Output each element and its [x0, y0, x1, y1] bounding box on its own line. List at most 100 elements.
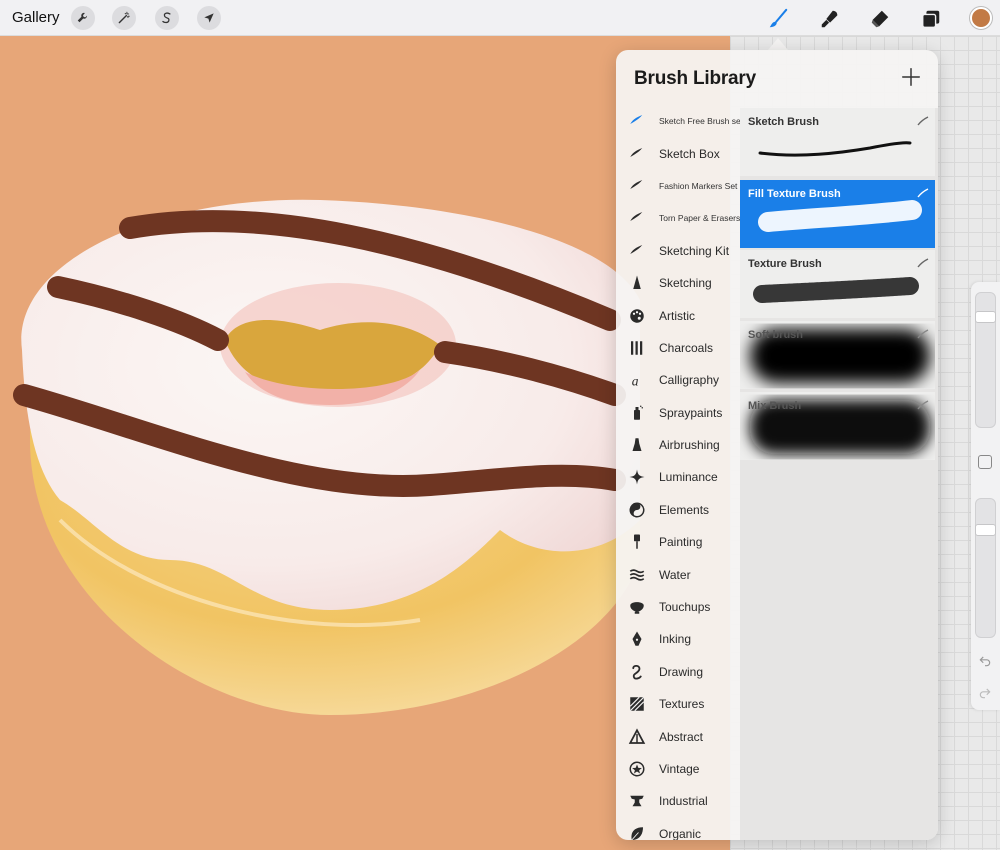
brush-set-item[interactable]: Charcoals — [616, 332, 740, 364]
squiggle-icon — [627, 662, 647, 682]
wrench-icon — [77, 12, 88, 23]
anvil-icon — [627, 791, 647, 811]
brush-set-label: Painting — [659, 535, 703, 550]
brush-set-item[interactable]: a Calligraphy — [616, 364, 740, 396]
brush-set-item[interactable]: Luminance — [616, 461, 740, 493]
color-picker-button[interactable] — [970, 7, 992, 29]
pencil-tip-icon — [627, 273, 647, 293]
selection-button[interactable] — [155, 6, 179, 30]
brush-name: Mix Brush — [748, 400, 802, 412]
brush-set-item[interactable]: Textures — [616, 688, 740, 720]
hatch-square-icon — [627, 694, 647, 714]
brush-stroke-icon — [627, 111, 647, 131]
brush-set-item[interactable]: Drawing — [616, 656, 740, 688]
sparkle-icon — [627, 467, 647, 487]
triangle-icon — [627, 727, 647, 747]
brush-set-label: Water — [659, 567, 691, 582]
brush-set-item[interactable]: Touchups — [616, 591, 740, 623]
brush-set-label: Touchups — [659, 600, 711, 615]
brush-set-item[interactable]: Industrial — [616, 785, 740, 817]
smudge-tool-button[interactable] — [817, 6, 843, 32]
brush-card-fill-texture-brush[interactable]: Fill Texture Brush — [740, 180, 935, 248]
brush-set-item[interactable]: Abstract — [616, 720, 740, 752]
plus-icon[interactable] — [900, 66, 922, 88]
brush-set-item[interactable]: Sketch Free Brush set — [616, 105, 744, 137]
brush-set-item[interactable]: Sketching Kit — [616, 235, 740, 267]
leaf-icon — [627, 824, 647, 840]
brush-card-sketch-brush[interactable]: Sketch Brush — [740, 108, 935, 176]
brush-set-label: Calligraphy — [659, 373, 720, 388]
brush-set-label: Sketch Box — [659, 146, 720, 161]
calligraphy-a-icon: a — [627, 370, 647, 390]
brush-size-slider[interactable] — [975, 292, 996, 428]
paint-tool-button[interactable] — [765, 6, 791, 32]
brush-set-label: Textures — [659, 697, 705, 712]
brush-set-item[interactable]: Airbrushing — [616, 429, 740, 461]
brush-preview-icon — [917, 329, 929, 339]
brush-preview-icon — [917, 400, 929, 410]
brush-card-soft-brush[interactable]: Soft brush — [740, 321, 935, 389]
brush-set-item[interactable]: Organic — [616, 818, 740, 840]
brush-set-label: Sketch Free Brush set — [659, 116, 744, 127]
actions-button[interactable] — [71, 6, 95, 30]
undo-icon[interactable] — [978, 654, 992, 668]
brush-set-item[interactable]: Sketch Box — [616, 137, 740, 169]
charcoal-sticks-icon — [627, 338, 647, 358]
brush-card-mix-brush[interactable]: Mix Brush — [740, 392, 935, 460]
brush-size-slider-thumb[interactable] — [975, 311, 996, 324]
paint-brush-icon — [627, 532, 647, 552]
brush-set-item[interactable]: Fashion Markers Set — [616, 170, 740, 202]
brush-set-label: Fashion Markers Set — [659, 180, 738, 191]
top-toolbar: Gallery — [0, 0, 1000, 36]
palette-icon — [627, 306, 647, 326]
spray-can-icon — [627, 403, 647, 423]
brush-card-texture-brush[interactable]: Texture Brush — [740, 250, 935, 318]
brush-set-item[interactable]: Painting — [616, 526, 740, 558]
eraser-tool-button[interactable] — [867, 6, 893, 32]
sketch-brush-stroke — [758, 141, 912, 157]
brush-set-item[interactable]: Vintage — [616, 753, 740, 785]
modify-button[interactable] — [978, 455, 992, 469]
yin-yang-icon — [627, 500, 647, 520]
opacity-slider[interactable] — [975, 498, 996, 638]
selection-s-icon — [162, 12, 171, 24]
brush-stroke-icon — [627, 208, 647, 228]
shell-icon — [627, 597, 647, 617]
gallery-button[interactable]: Gallery — [12, 9, 60, 26]
brush-set-label: Industrial — [659, 794, 708, 809]
magic-wand-icon — [118, 11, 130, 24]
brush-set-label: Airbrushing — [659, 438, 720, 453]
brush-set-label: Drawing — [659, 664, 704, 679]
brush-set-label: Abstract — [659, 729, 704, 744]
brush-set-item[interactable]: Elements — [616, 494, 740, 526]
brush-set-label: Vintage — [659, 762, 700, 776]
opacity-slider-thumb[interactable] — [975, 524, 996, 537]
brush-set-item[interactable]: Spraypaints — [616, 397, 740, 429]
brush-set-item[interactable]: Artistic — [616, 299, 740, 331]
brush-set-item[interactable]: Sketching — [616, 267, 740, 299]
layers-tool-button[interactable] — [918, 6, 944, 32]
brush-set-item[interactable]: Water — [616, 558, 740, 590]
brush-set-item[interactable]: Inking — [616, 623, 740, 655]
brush-set-label: Artistic — [659, 308, 695, 323]
redo-icon[interactable] — [978, 686, 992, 700]
brush-icon — [769, 8, 788, 28]
adjustments-button[interactable] — [112, 6, 136, 30]
star-circle-icon — [627, 759, 647, 779]
brush-set-label: Charcoals — [659, 340, 714, 355]
brush-set-label: Inking — [659, 632, 692, 647]
smudge-icon — [821, 10, 838, 28]
airbrush-icon — [627, 435, 647, 455]
brush-stroke-icon — [627, 144, 647, 164]
waves-icon — [627, 565, 647, 585]
texture-brush-stroke — [753, 277, 919, 303]
brush-set-label: Elements — [659, 502, 710, 517]
brush-set-item[interactable]: Torn Paper & Erasers — [616, 202, 740, 234]
brush-library-panel: Brush Library Sketch Free Brush set Sketc… — [616, 50, 938, 840]
right-sidebar — [971, 282, 1000, 710]
brush-set-label: Organic — [659, 826, 702, 840]
brush-set-label: Spraypaints — [659, 405, 723, 420]
transform-button[interactable] — [197, 6, 221, 30]
panel-title: Brush Library — [634, 68, 756, 89]
cursor-arrow-icon — [204, 13, 214, 23]
